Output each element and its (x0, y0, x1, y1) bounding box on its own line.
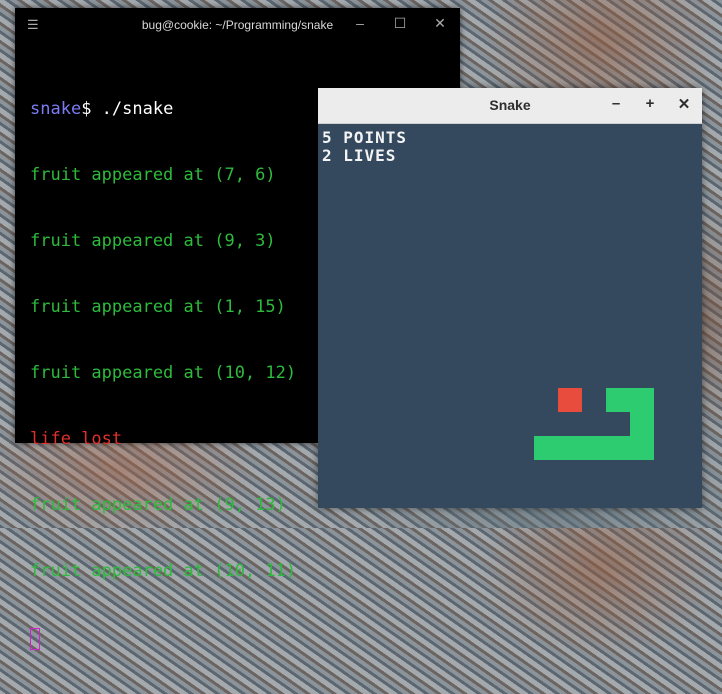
maximize-icon[interactable]: ☐ (392, 15, 408, 32)
snake-segment (534, 436, 654, 460)
fruit (558, 388, 582, 412)
points-counter: 5 POINTS (322, 128, 408, 147)
prompt-directory: snake (30, 99, 82, 119)
output-line: fruit appeared at (10, 11) (30, 561, 297, 581)
snake-titlebar[interactable]: Snake – + ✕ (318, 88, 702, 124)
snake-segment (630, 412, 654, 436)
text-cursor (30, 628, 40, 650)
lives-counter: 2 LIVES (322, 146, 397, 165)
snake-window[interactable]: Snake – + ✕ 5 POINTS 2 LIVES (318, 88, 702, 508)
close-icon[interactable]: ✕ (675, 95, 693, 113)
close-icon[interactable]: ✕ (432, 15, 448, 32)
game-board[interactable] (318, 124, 702, 508)
hud: 5 POINTS 2 LIVES (322, 129, 407, 165)
minimize-icon[interactable]: – (352, 15, 368, 31)
terminal-titlebar[interactable]: ☰ bug@cookie: ~/Programming/snake – ☐ ✕ (15, 8, 460, 42)
cursor-line[interactable] (30, 626, 460, 650)
prompt-command: $ ./snake (81, 99, 174, 119)
snake-segment (606, 388, 654, 412)
minimize-icon[interactable]: – (607, 95, 625, 112)
maximize-icon[interactable]: + (641, 95, 659, 112)
